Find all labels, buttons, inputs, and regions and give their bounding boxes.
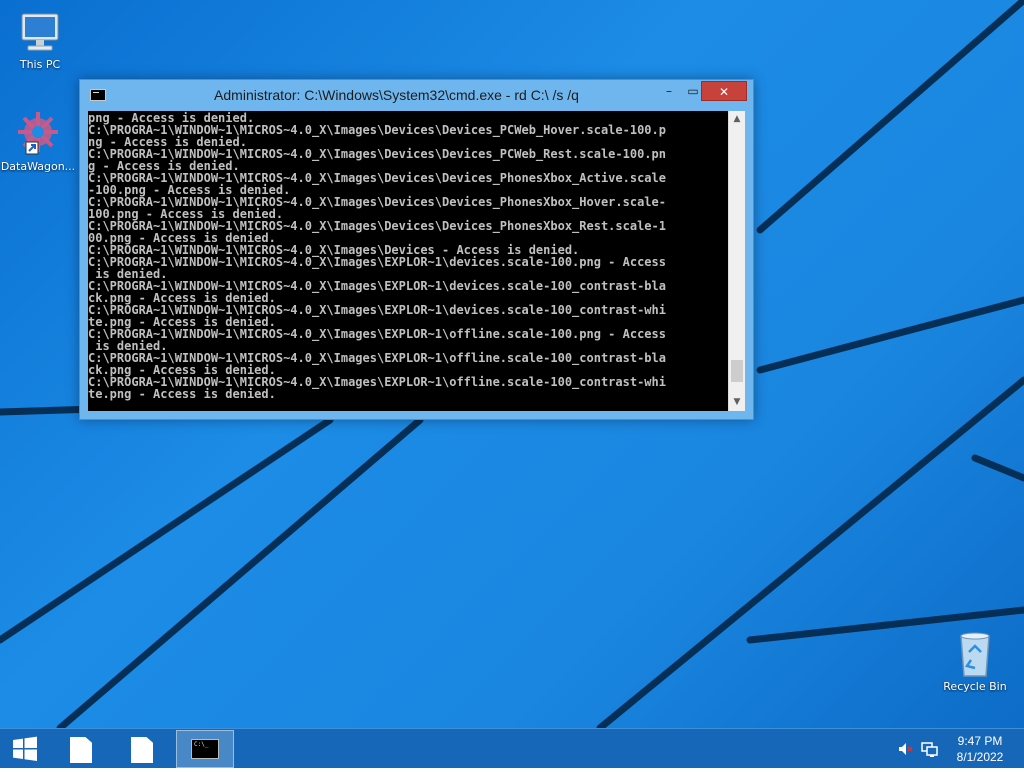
cmd-glyph-text: C:\_	[194, 741, 209, 748]
gear-shortcut-icon	[14, 110, 62, 158]
computer-icon	[16, 8, 64, 56]
windows-logo-icon	[13, 736, 37, 761]
desktop-icon-this-pc[interactable]: This PC	[2, 8, 78, 71]
scroll-down-arrow-icon[interactable]: ▼	[729, 394, 745, 411]
taskbar-clock[interactable]: 9:47 PM 8/1/2022	[948, 733, 1012, 765]
desktop-icon-label: This PC	[19, 58, 61, 71]
desktop-icon-label: Recycle Bin	[943, 680, 1007, 693]
vertical-scrollbar[interactable]: ▲ ▼	[728, 111, 745, 411]
scroll-thumb[interactable]	[731, 359, 743, 382]
window-title: Administrator: C:\Windows\System32\cmd.e…	[214, 87, 579, 103]
file-icon	[131, 737, 153, 763]
speaker-muted-icon[interactable]	[897, 741, 913, 761]
taskbar-file-item[interactable]	[52, 730, 110, 768]
clock-date: 8/1/2022	[956, 750, 1004, 764]
minimize-button[interactable]: –	[656, 81, 682, 101]
start-button[interactable]	[0, 730, 50, 768]
network-icon[interactable]	[921, 741, 939, 761]
console-text: png - Access is denied. C:\PROGRA~1\WIND…	[88, 111, 666, 401]
close-button[interactable]: ✕	[701, 81, 747, 101]
desktop: This PC DataWagon... Recycle Bin Adminis…	[0, 0, 1024, 728]
scroll-up-arrow-icon[interactable]: ▲	[729, 111, 745, 128]
taskbar-cmd-item[interactable]: C:\_	[176, 730, 234, 768]
console-output[interactable]: png - Access is denied. C:\PROGRA~1\WIND…	[88, 111, 728, 411]
cmd-icon[interactable]	[90, 89, 106, 101]
file-icon	[70, 737, 92, 763]
taskbar-file-item[interactable]	[113, 730, 171, 768]
cmd-window[interactable]: Administrator: C:\Windows\System32\cmd.e…	[79, 79, 754, 420]
desktop-icon-label: DataWagon...	[0, 160, 76, 173]
taskbar: C:\_ 9:47 PM 8/1/2022	[0, 728, 1024, 768]
recycle-bin-icon	[951, 630, 999, 678]
desktop-icon-datawagon[interactable]: DataWagon...	[0, 110, 76, 173]
desktop-icon-recycle-bin[interactable]: Recycle Bin	[937, 630, 1013, 693]
clock-time: 9:47 PM	[957, 734, 1003, 748]
cmd-icon: C:\_	[191, 739, 219, 759]
window-titlebar[interactable]: Administrator: C:\Windows\System32\cmd.e…	[80, 80, 753, 110]
